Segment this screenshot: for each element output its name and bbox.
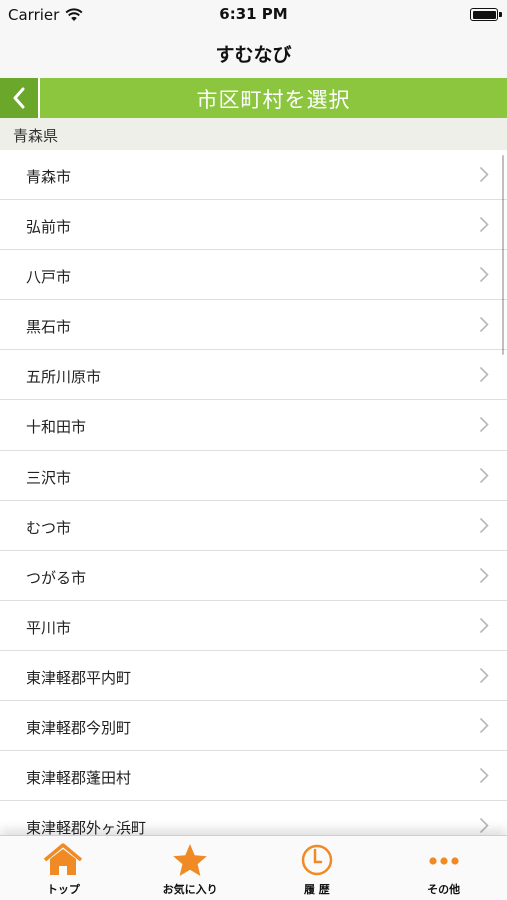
list-item-label: 弘前市	[26, 218, 72, 237]
prefecture-label: 青森県	[13, 127, 59, 145]
list-item-label: 十和田市	[26, 418, 87, 437]
list-item-label: 東津軽郡外ヶ浜町	[26, 819, 147, 835]
chevron-right-icon	[479, 617, 489, 633]
battery-cap	[499, 12, 502, 17]
page-title: 市区町村を選択	[196, 88, 351, 112]
list-item[interactable]: 平川市	[0, 600, 507, 651]
tab-label-more: その他	[427, 883, 461, 896]
list-item-label: 三沢市	[26, 468, 72, 487]
chevron-right-icon	[479, 166, 489, 183]
list-item-label: 黒石市	[26, 318, 72, 337]
list-item[interactable]: 青森市	[0, 150, 507, 201]
list-item[interactable]: 弘前市	[0, 200, 507, 251]
section-header: 青森県	[0, 118, 507, 150]
list-item[interactable]: つがる市	[0, 550, 507, 601]
list-item[interactable]: 三沢市	[0, 450, 507, 501]
list-item-label: 平川市	[26, 618, 72, 637]
battery-icon	[470, 8, 498, 21]
tab-label-history: 履 歴	[303, 883, 330, 896]
list-item[interactable]: 八戸市	[0, 250, 507, 301]
city-list[interactable]: 青森市弘前市八戸市黒石市五所川原市十和田市三沢市むつ市つがる市平川市東津軽郡平内…	[0, 150, 507, 835]
list-item-label: むつ市	[26, 518, 72, 537]
chevron-right-icon	[479, 317, 489, 333]
clock-icon	[301, 844, 333, 876]
chevron-right-icon	[479, 768, 489, 784]
tab-bar: トップ お気に入り 履 歴 その他	[0, 835, 507, 900]
scroll-indicator[interactable]	[501, 155, 504, 355]
chevron-right-icon	[479, 467, 489, 483]
list-item[interactable]: 五所川原市	[0, 350, 507, 401]
list-item-label: 五所川原市	[26, 368, 102, 387]
list-item-label: 東津軽郡平内町	[26, 668, 132, 687]
chevron-right-icon	[479, 417, 489, 433]
list-item-label: 青森市	[26, 168, 72, 186]
tab-top[interactable]: トップ	[0, 836, 127, 900]
chevron-right-icon	[479, 217, 489, 233]
list-item[interactable]: 黒石市	[0, 300, 507, 351]
page-header: 市区町村を選択	[0, 78, 507, 118]
chevron-right-icon	[479, 818, 489, 834]
home-icon	[44, 843, 83, 875]
chevron-right-icon	[479, 367, 489, 383]
list-item-label: 東津軽郡蓬田村	[26, 769, 132, 788]
chevron-right-icon	[479, 717, 489, 734]
navigation-bar: すむなび	[0, 30, 507, 78]
list-item[interactable]: 十和田市	[0, 400, 507, 451]
list-item-label: 東津軽郡今別町	[26, 719, 132, 738]
chevron-right-icon	[479, 567, 489, 583]
list-item[interactable]: 東津軽郡今別町	[0, 701, 507, 752]
tab-more[interactable]: その他	[380, 836, 507, 900]
tab-label-favorites: お気に入り	[162, 883, 218, 896]
status-bar: Carrier 6:31 PM	[0, 0, 507, 30]
list-item-label: つがる市	[26, 568, 87, 587]
star-icon	[173, 844, 207, 876]
list-item[interactable]: むつ市	[0, 500, 507, 551]
status-time: 6:31 PM	[219, 5, 288, 23]
chevron-right-icon	[479, 667, 489, 684]
list-item-label: 八戸市	[26, 268, 72, 287]
chevron-right-icon	[479, 517, 489, 533]
tab-favorites[interactable]: お気に入り	[127, 836, 254, 900]
tab-label-top: トップ	[46, 883, 80, 896]
more-icon	[429, 857, 459, 865]
list-item[interactable]: 東津軽郡平内町	[0, 650, 507, 702]
chevron-right-icon	[479, 267, 489, 283]
list-item[interactable]: 東津軽郡蓬田村	[0, 751, 507, 802]
tab-history[interactable]: 履 歴	[254, 836, 381, 900]
back-button[interactable]	[0, 78, 40, 118]
app-title: すむなび	[215, 44, 292, 66]
chevron-left-icon	[13, 87, 25, 109]
list-item[interactable]: 東津軽郡外ヶ浜町	[0, 801, 507, 835]
